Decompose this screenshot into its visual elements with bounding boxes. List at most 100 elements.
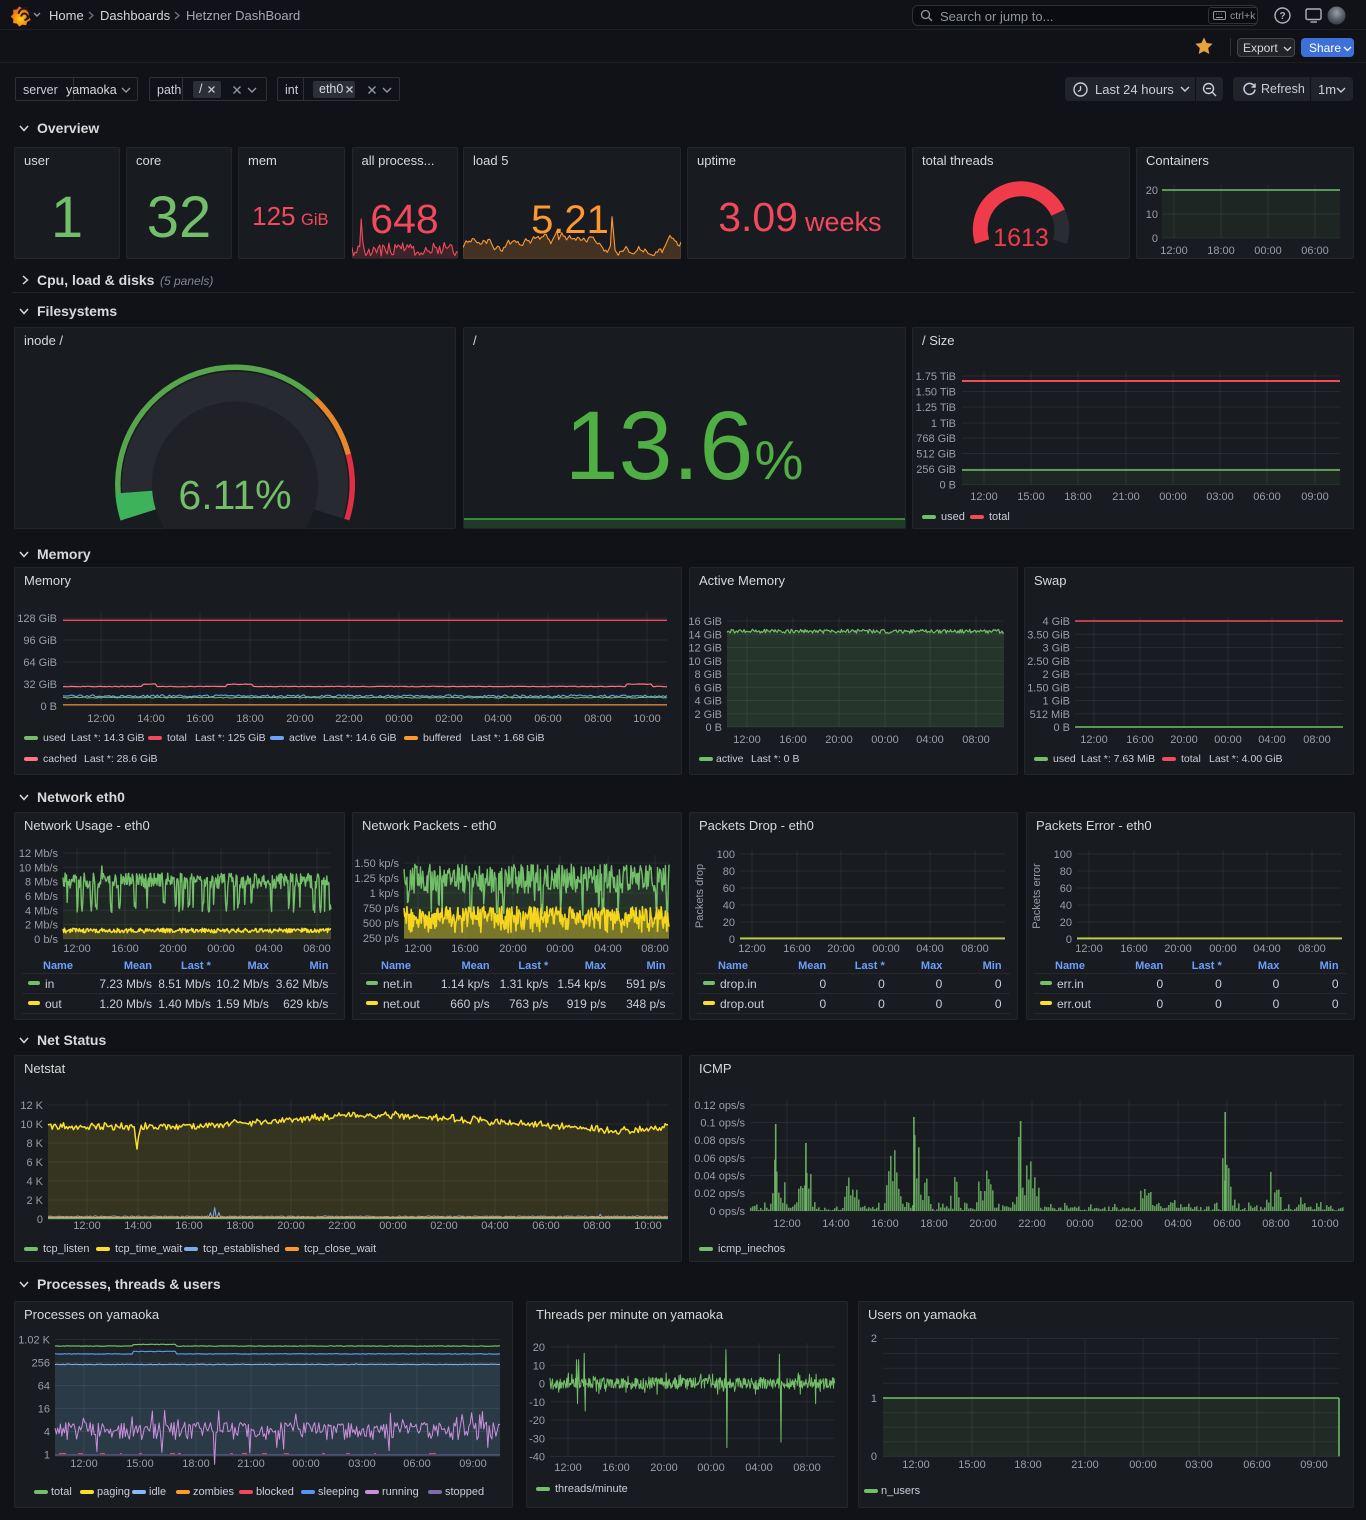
svg-text:err.in: err.in bbox=[1057, 977, 1084, 991]
svg-text:16: 16 bbox=[38, 1404, 50, 1416]
svg-text:-10: -10 bbox=[529, 1397, 545, 1409]
svg-text:in: in bbox=[45, 977, 54, 991]
svg-text:20:00: 20:00 bbox=[286, 713, 314, 725]
svg-text:80: 80 bbox=[723, 866, 735, 878]
svg-text:12:00: 12:00 bbox=[63, 943, 91, 955]
svg-text:0 B: 0 B bbox=[1053, 722, 1070, 734]
svg-text:10:00: 10:00 bbox=[1311, 1218, 1339, 1230]
svg-text:?: ? bbox=[1279, 11, 1285, 22]
svg-text:1.50 kp/s: 1.50 kp/s bbox=[354, 858, 399, 870]
svg-text:12:00: 12:00 bbox=[404, 943, 432, 955]
svg-text:10 GiB: 10 GiB bbox=[689, 656, 722, 668]
svg-text:04:00: 04:00 bbox=[1253, 943, 1281, 955]
svg-text:128 GiB: 128 GiB bbox=[17, 613, 57, 625]
svg-text:cached: cached bbox=[43, 753, 77, 765]
svg-text:16:00: 16:00 bbox=[186, 713, 214, 725]
svg-text:1.31 kp/s: 1.31 kp/s bbox=[500, 977, 549, 991]
svg-text:tcp_listen: tcp_listen bbox=[43, 1243, 89, 1255]
svg-text:2 Mb/s: 2 Mb/s bbox=[25, 920, 59, 932]
svg-text:total: total bbox=[167, 732, 187, 744]
svg-text:08:00: 08:00 bbox=[583, 1220, 611, 1232]
svg-text:0: 0 bbox=[1157, 997, 1164, 1011]
svg-text:total: total bbox=[51, 1486, 72, 1498]
svg-text:GiB: GiB bbox=[301, 211, 329, 229]
svg-text:Last *: 28.6 GiB: Last *: 28.6 GiB bbox=[84, 753, 158, 765]
svg-text:0.06 ops/s: 0.06 ops/s bbox=[694, 1153, 745, 1165]
svg-text:12:00: 12:00 bbox=[70, 1458, 98, 1470]
svg-text:12 GiB: 12 GiB bbox=[689, 643, 722, 655]
svg-text:3.50 GiB: 3.50 GiB bbox=[1027, 629, 1070, 641]
svg-text:used: used bbox=[941, 511, 965, 523]
svg-text:-40: -40 bbox=[529, 1452, 545, 1464]
svg-text:12:00: 12:00 bbox=[87, 713, 115, 725]
svg-text:2.50 GiB: 2.50 GiB bbox=[1027, 656, 1070, 668]
svg-text:08:00: 08:00 bbox=[584, 713, 612, 725]
svg-text:09:00: 09:00 bbox=[1301, 491, 1329, 503]
svg-text:Name: Name bbox=[718, 960, 748, 972]
svg-text:100: 100 bbox=[717, 849, 735, 861]
svg-text:12:00: 12:00 bbox=[738, 943, 766, 955]
svg-text:16:00: 16:00 bbox=[783, 943, 811, 955]
svg-text:0: 0 bbox=[539, 1379, 545, 1391]
svg-text:8 K: 8 K bbox=[26, 1138, 43, 1150]
svg-text:0: 0 bbox=[1332, 977, 1339, 991]
svg-text:919 p/s: 919 p/s bbox=[567, 997, 606, 1011]
svg-text:20:00: 20:00 bbox=[159, 943, 187, 955]
svg-text:0: 0 bbox=[37, 1214, 43, 1226]
svg-text:-30: -30 bbox=[529, 1433, 545, 1445]
svg-text:0: 0 bbox=[820, 977, 827, 991]
svg-text:0: 0 bbox=[729, 934, 735, 946]
svg-text:10:00: 10:00 bbox=[633, 713, 661, 725]
svg-text:Last *: 125 GiB: Last *: 125 GiB bbox=[195, 732, 266, 744]
svg-text:00:00: 00:00 bbox=[1159, 491, 1187, 503]
svg-text:04:00: 04:00 bbox=[916, 734, 944, 746]
svg-text:15:00: 15:00 bbox=[958, 1459, 986, 1471]
svg-text:out: out bbox=[45, 997, 62, 1011]
svg-text:04:00: 04:00 bbox=[484, 713, 512, 725]
svg-text:0: 0 bbox=[1273, 977, 1280, 991]
svg-text:16:00: 16:00 bbox=[451, 943, 479, 955]
svg-text:Min: Min bbox=[1320, 960, 1339, 972]
svg-text:0: 0 bbox=[1157, 977, 1164, 991]
svg-text:256: 256 bbox=[32, 1358, 50, 1370]
svg-text:04:00: 04:00 bbox=[481, 1220, 509, 1232]
svg-text:0: 0 bbox=[1152, 233, 1158, 245]
svg-text:02:00: 02:00 bbox=[435, 713, 463, 725]
svg-text:Name: Name bbox=[1055, 960, 1085, 972]
svg-text:18:00: 18:00 bbox=[236, 713, 264, 725]
svg-text:16 GiB: 16 GiB bbox=[689, 616, 722, 628]
svg-text:0: 0 bbox=[1215, 997, 1222, 1011]
svg-text:drop.out: drop.out bbox=[720, 997, 765, 1011]
svg-text:60: 60 bbox=[723, 883, 735, 895]
svg-text:4 GiB: 4 GiB bbox=[1042, 616, 1070, 628]
svg-text:Last *: 7.63 MiB: Last *: 7.63 MiB bbox=[1081, 753, 1155, 765]
svg-text:20:00: 20:00 bbox=[499, 943, 527, 955]
svg-text:1613: 1613 bbox=[993, 224, 1049, 252]
svg-text:21:00: 21:00 bbox=[237, 1458, 265, 1470]
svg-text:total: total bbox=[989, 511, 1010, 523]
svg-text:32: 32 bbox=[147, 185, 212, 250]
svg-text:6 GiB: 6 GiB bbox=[694, 682, 722, 694]
svg-text:08:00: 08:00 bbox=[1298, 943, 1326, 955]
svg-text:629 kb/s: 629 kb/s bbox=[283, 997, 328, 1011]
svg-text:net.in: net.in bbox=[383, 977, 412, 991]
svg-text:buffered: buffered bbox=[423, 732, 461, 744]
svg-text:running: running bbox=[382, 1486, 419, 1498]
svg-text:Mean: Mean bbox=[1135, 960, 1163, 972]
svg-text:09:00: 09:00 bbox=[1300, 1459, 1328, 1471]
svg-text:18:00: 18:00 bbox=[1064, 491, 1092, 503]
svg-text:1.14 kp/s: 1.14 kp/s bbox=[441, 977, 490, 991]
svg-text:Packets error: Packets error bbox=[1031, 863, 1043, 929]
svg-text:0: 0 bbox=[995, 997, 1002, 1011]
svg-text:03:00: 03:00 bbox=[1206, 491, 1234, 503]
svg-text:idle: idle bbox=[149, 1486, 166, 1498]
svg-text:06:00: 06:00 bbox=[532, 1220, 560, 1232]
svg-text:768 GiB: 768 GiB bbox=[916, 433, 956, 445]
svg-text:2 GiB: 2 GiB bbox=[694, 709, 722, 721]
svg-text:2 K: 2 K bbox=[26, 1195, 43, 1207]
svg-text:Last *: Last * bbox=[1192, 960, 1223, 972]
svg-text:drop.in: drop.in bbox=[720, 977, 757, 991]
svg-text:00:00: 00:00 bbox=[292, 1458, 320, 1470]
svg-text:20: 20 bbox=[723, 917, 735, 929]
svg-text:08:00: 08:00 bbox=[962, 734, 990, 746]
